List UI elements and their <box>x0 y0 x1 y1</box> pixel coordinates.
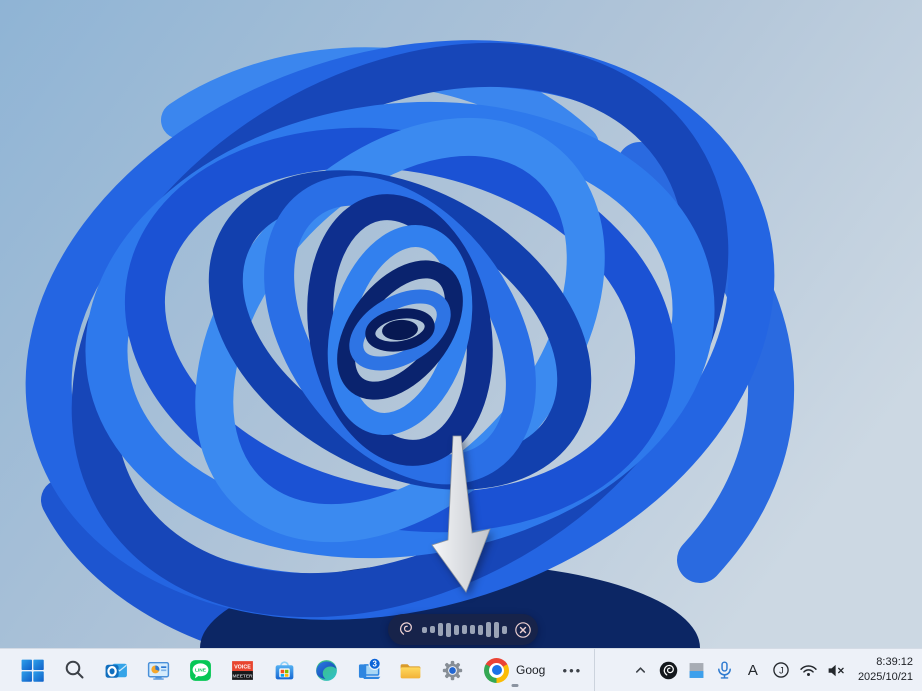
line-label: LINE <box>195 667 206 673</box>
tray-microphone-button[interactable] <box>712 652 738 688</box>
j-circle-label: J <box>779 665 784 675</box>
audio-level-bar <box>486 622 491 637</box>
taskbar: LINE VOICE MEETER 3 Goog ••• A J 8:39:12… <box>0 648 922 691</box>
audio-level-bar <box>422 626 427 633</box>
clock-time: 8:39:12 <box>876 656 913 669</box>
chrome-icon <box>484 657 509 683</box>
j-circle-icon: J <box>773 662 789 678</box>
microsoft-store-icon <box>275 660 294 679</box>
ear-icon <box>399 621 412 635</box>
level-meter-icon <box>690 662 704 678</box>
chevron-up-icon <box>636 666 646 673</box>
tray-j-app-button[interactable]: J <box>768 652 794 688</box>
taskbar-divider <box>594 648 596 691</box>
ime-mode-label: A <box>747 661 758 679</box>
edge-icon <box>316 659 337 681</box>
tray-network-button[interactable] <box>796 652 822 688</box>
clock-date: 2025/10/21 <box>857 671 913 683</box>
audio-level-bars <box>422 620 507 640</box>
audio-level-bar <box>502 625 507 634</box>
chrome-window-label: Goog <box>516 663 546 677</box>
taskbar-app-file-explorer[interactable] <box>391 651 430 689</box>
audio-level-bar <box>454 624 459 635</box>
taskbar-app-system-monitor[interactable] <box>139 651 178 689</box>
search-icon <box>65 660 83 679</box>
system-monitor-icon <box>147 661 170 680</box>
system-tray: A J 8:39:12 2025/10/21 <box>628 649 922 691</box>
line-icon: LINE <box>190 659 211 681</box>
listening-indicator-pill <box>388 614 538 645</box>
taskbar-app-outlook[interactable] <box>97 651 136 689</box>
outlook-icon <box>105 663 127 678</box>
file-explorer-icon <box>400 663 421 678</box>
audio-level-bar <box>478 624 483 635</box>
tray-ear-app-button[interactable] <box>656 652 682 688</box>
taskbar-app-settings[interactable] <box>433 651 472 689</box>
settings-gear-icon <box>442 660 463 680</box>
tray-clock[interactable]: 8:39:12 2025/10/21 <box>852 655 913 685</box>
phone-link-icon: 3 <box>358 657 381 679</box>
voicemeeter-bottom-label: MEETER <box>233 673 253 679</box>
windows-logo-icon <box>21 659 44 682</box>
search-button[interactable] <box>55 651 94 689</box>
close-icon[interactable] <box>513 620 533 640</box>
taskbar-apps: LINE VOICE MEETER 3 Goog ••• <box>0 648 599 691</box>
tray-show-hidden-icons-button[interactable] <box>628 652 654 688</box>
audio-level-bar <box>438 623 443 636</box>
taskbar-app-edge[interactable] <box>307 651 346 689</box>
taskbar-app-voicemeeter[interactable]: VOICE MEETER <box>223 651 262 689</box>
voicemeeter-icon: VOICE MEETER <box>232 660 253 680</box>
taskbar-app-phone-link[interactable]: 3 <box>349 651 388 689</box>
taskbar-overflow-button[interactable]: ••• <box>557 651 587 689</box>
taskbar-app-microsoft-store[interactable] <box>265 651 304 689</box>
audio-level-bar <box>470 625 475 634</box>
down-arrow-annotation <box>431 435 491 593</box>
phone-link-badge: 3 <box>373 659 378 668</box>
audio-level-bar <box>462 625 467 634</box>
tray-volume-button[interactable] <box>824 652 850 688</box>
tray-ime-mode-button[interactable]: A <box>740 652 766 688</box>
taskbar-app-chrome[interactable]: Goog <box>475 651 554 689</box>
desktop: LINE VOICE MEETER 3 Goog ••• A J 8:39:12… <box>0 0 922 691</box>
audio-level-bar <box>430 626 435 633</box>
wifi-icon <box>800 664 818 676</box>
voicemeeter-top-label: VOICE <box>234 664 251 670</box>
audio-level-bar <box>494 621 499 638</box>
microphone-icon <box>718 660 732 679</box>
taskbar-app-line[interactable]: LINE <box>181 651 220 689</box>
volume-muted-icon <box>829 664 845 676</box>
overflow-dots-icon: ••• <box>562 662 583 678</box>
tray-level-meter-button[interactable] <box>684 652 710 688</box>
start-button[interactable] <box>13 651 52 689</box>
ear-app-icon <box>660 661 678 679</box>
audio-level-bar <box>446 622 451 637</box>
